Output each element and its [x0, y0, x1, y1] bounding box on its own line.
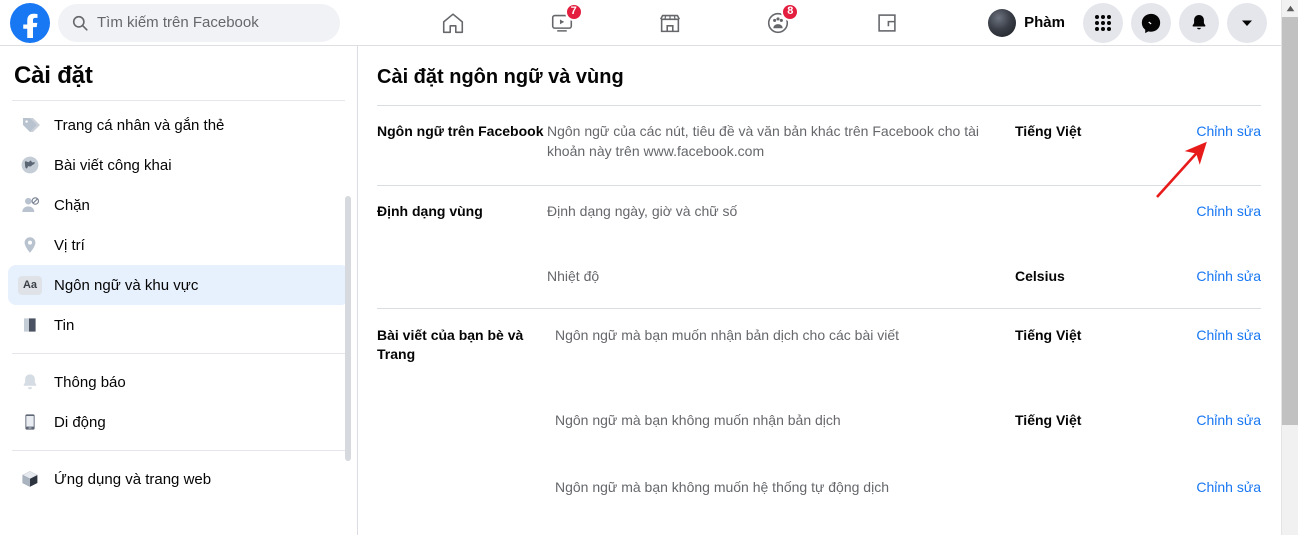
row-value: Tiếng Việt [1015, 412, 1082, 429]
tag-icon [18, 113, 42, 137]
browser-scrollbar-thumb[interactable] [1282, 17, 1298, 425]
table-row: Ngôn ngữ mà bạn không muốn hệ thống tự đ… [377, 431, 1261, 498]
groups-badge: 8 [781, 2, 800, 21]
chevron-down-icon [1242, 20, 1252, 26]
edit-link[interactable]: Chỉnh sửa [1165, 267, 1261, 287]
cube-apps-icon [18, 467, 42, 491]
sidebar-item-label: Bài viết công khai [54, 156, 172, 174]
avatar [988, 8, 1017, 37]
sidebar-list: Trang cá nhân và gắn thẻ Bài viết công k… [0, 101, 357, 499]
nav-groups-button[interactable]: 8 [749, 2, 807, 44]
sidebar-item-apps-websites[interactable]: Ứng dụng và trang web [8, 459, 349, 499]
edit-link[interactable]: Chỉnh sửa [1165, 122, 1261, 142]
table-row: Định dạng vùng Định dạng ngày, giờ và ch… [377, 186, 1261, 222]
stories-book-icon [18, 313, 42, 337]
watch-badge: 7 [564, 2, 583, 21]
row-description: Ngôn ngữ mà bạn không muốn hệ thống tự đ… [555, 479, 889, 496]
account-dropdown-button[interactable] [1227, 2, 1267, 43]
sidebar-divider-1 [12, 353, 345, 354]
globe-icon [18, 153, 42, 177]
mobile-phone-icon [18, 410, 42, 434]
sidebar-item-notifications[interactable]: Thông báo [8, 362, 349, 402]
sidebar-item-public-posts[interactable]: Bài viết công khai [8, 145, 349, 185]
row-label: Bài viết của bạn bè và Trang [377, 326, 524, 363]
grid-menu-icon [1095, 14, 1111, 31]
profile-name: Phàm [1024, 14, 1065, 31]
row-description: Nhiệt độ [547, 267, 600, 284]
aa-badge-label: Aa [18, 275, 42, 295]
profile-button[interactable]: Phàm [986, 7, 1075, 39]
menu-button[interactable] [1083, 2, 1123, 43]
scroll-up-arrow-icon[interactable] [1282, 0, 1298, 17]
row-value: Tiếng Việt [1015, 326, 1082, 343]
nav-watch-button[interactable]: 7 [533, 2, 591, 44]
sidebar-item-profile-tagging[interactable]: Trang cá nhân và gắn thẻ [8, 105, 349, 145]
table-row: Nhiệt độ Celsius Chỉnh sửa [377, 222, 1261, 287]
block-user-icon [18, 193, 42, 217]
row-label: Ngôn ngữ trên Facebook [377, 123, 544, 139]
bell-icon [18, 370, 42, 394]
marketplace-store-icon [660, 14, 681, 32]
sidebar-item-stories[interactable]: Tin [8, 305, 349, 345]
home-icon [443, 12, 464, 33]
sidebar-divider-2 [12, 450, 345, 451]
notifications-button[interactable] [1179, 2, 1219, 43]
sidebar-item-location[interactable]: Vị trí [8, 225, 349, 265]
facebook-logo-icon[interactable] [10, 2, 50, 43]
sidebar-scrollbar-thumb[interactable] [345, 196, 351, 461]
edit-link[interactable]: Chỉnh sửa [1165, 478, 1261, 498]
edit-link[interactable]: Chỉnh sửa [1165, 202, 1261, 222]
table-row: Bài viết của bạn bè và Trang Ngôn ngữ mà… [377, 309, 1261, 366]
topbar-left-group [0, 2, 340, 43]
sidebar-item-label: Trang cá nhân và gắn thẻ [54, 116, 225, 134]
search-icon [72, 15, 88, 31]
bell-icon [1192, 14, 1206, 29]
sidebar-item-label: Chặn [54, 196, 90, 214]
location-pin-icon [18, 233, 42, 257]
page-title: Cài đặt ngôn ngữ và vùng [377, 66, 624, 88]
table-row: Ngôn ngữ mà bạn không muốn nhận bản dịch… [377, 365, 1261, 431]
language-region-settings-panel: Cài đặt ngôn ngữ và vùng Ngôn ngữ trên F… [359, 46, 1281, 535]
edit-link[interactable]: Chỉnh sửa [1165, 411, 1261, 431]
nav-marketplace-button[interactable] [641, 2, 699, 44]
gaming-icon [878, 13, 896, 32]
sidebar-item-label: Tin [54, 316, 75, 334]
search-input[interactable] [97, 14, 326, 31]
top-navigation-bar: 7 8 [0, 0, 1281, 46]
sidebar-title: Cài đặt [14, 62, 93, 89]
edit-link[interactable]: Chỉnh sửa [1165, 326, 1261, 346]
sidebar-item-label: Di động [54, 413, 106, 431]
row-value: Tiếng Việt [1015, 123, 1082, 139]
settings-sidebar: Cài đặt Trang cá nhân và gắn thẻ Bài viế… [0, 46, 358, 535]
table-row: Ngôn ngữ trên Facebook Ngôn ngữ của các … [377, 106, 1261, 162]
aa-language-icon: Aa [18, 273, 42, 297]
search-box[interactable] [58, 3, 340, 42]
row-description: Ngôn ngữ mà bạn muốn nhận bản dịch cho c… [555, 326, 900, 343]
sidebar-item-label: Ứng dụng và trang web [54, 470, 212, 488]
browser-scrollbar[interactable] [1281, 0, 1298, 535]
sidebar-item-label: Vị trí [54, 236, 85, 254]
sidebar-item-label: Ngôn ngữ và khu vực [54, 276, 199, 294]
messenger-icon [1141, 13, 1161, 33]
topbar-right-group: Phàm [986, 2, 1281, 43]
topbar-nav-group: 7 8 [340, 0, 986, 45]
messenger-button[interactable] [1131, 2, 1171, 43]
row-description: Định dạng ngày, giờ và chữ số [547, 202, 738, 219]
sidebar-item-language-region[interactable]: Aa Ngôn ngữ và khu vực [8, 265, 349, 305]
nav-gaming-button[interactable] [858, 2, 916, 44]
row-description: Ngôn ngữ của các nút, tiêu đề và văn bản… [547, 123, 979, 159]
row-description: Ngôn ngữ mà bạn không muốn nhận bản dịch [555, 412, 841, 429]
sidebar-item-label: Thông báo [54, 373, 126, 391]
row-value: Celsius [1015, 267, 1065, 284]
sidebar-item-blocking[interactable]: Chặn [8, 185, 349, 225]
sidebar-item-mobile[interactable]: Di động [8, 402, 349, 442]
nav-home-button[interactable] [424, 2, 482, 44]
row-label: Định dạng vùng [377, 202, 483, 219]
